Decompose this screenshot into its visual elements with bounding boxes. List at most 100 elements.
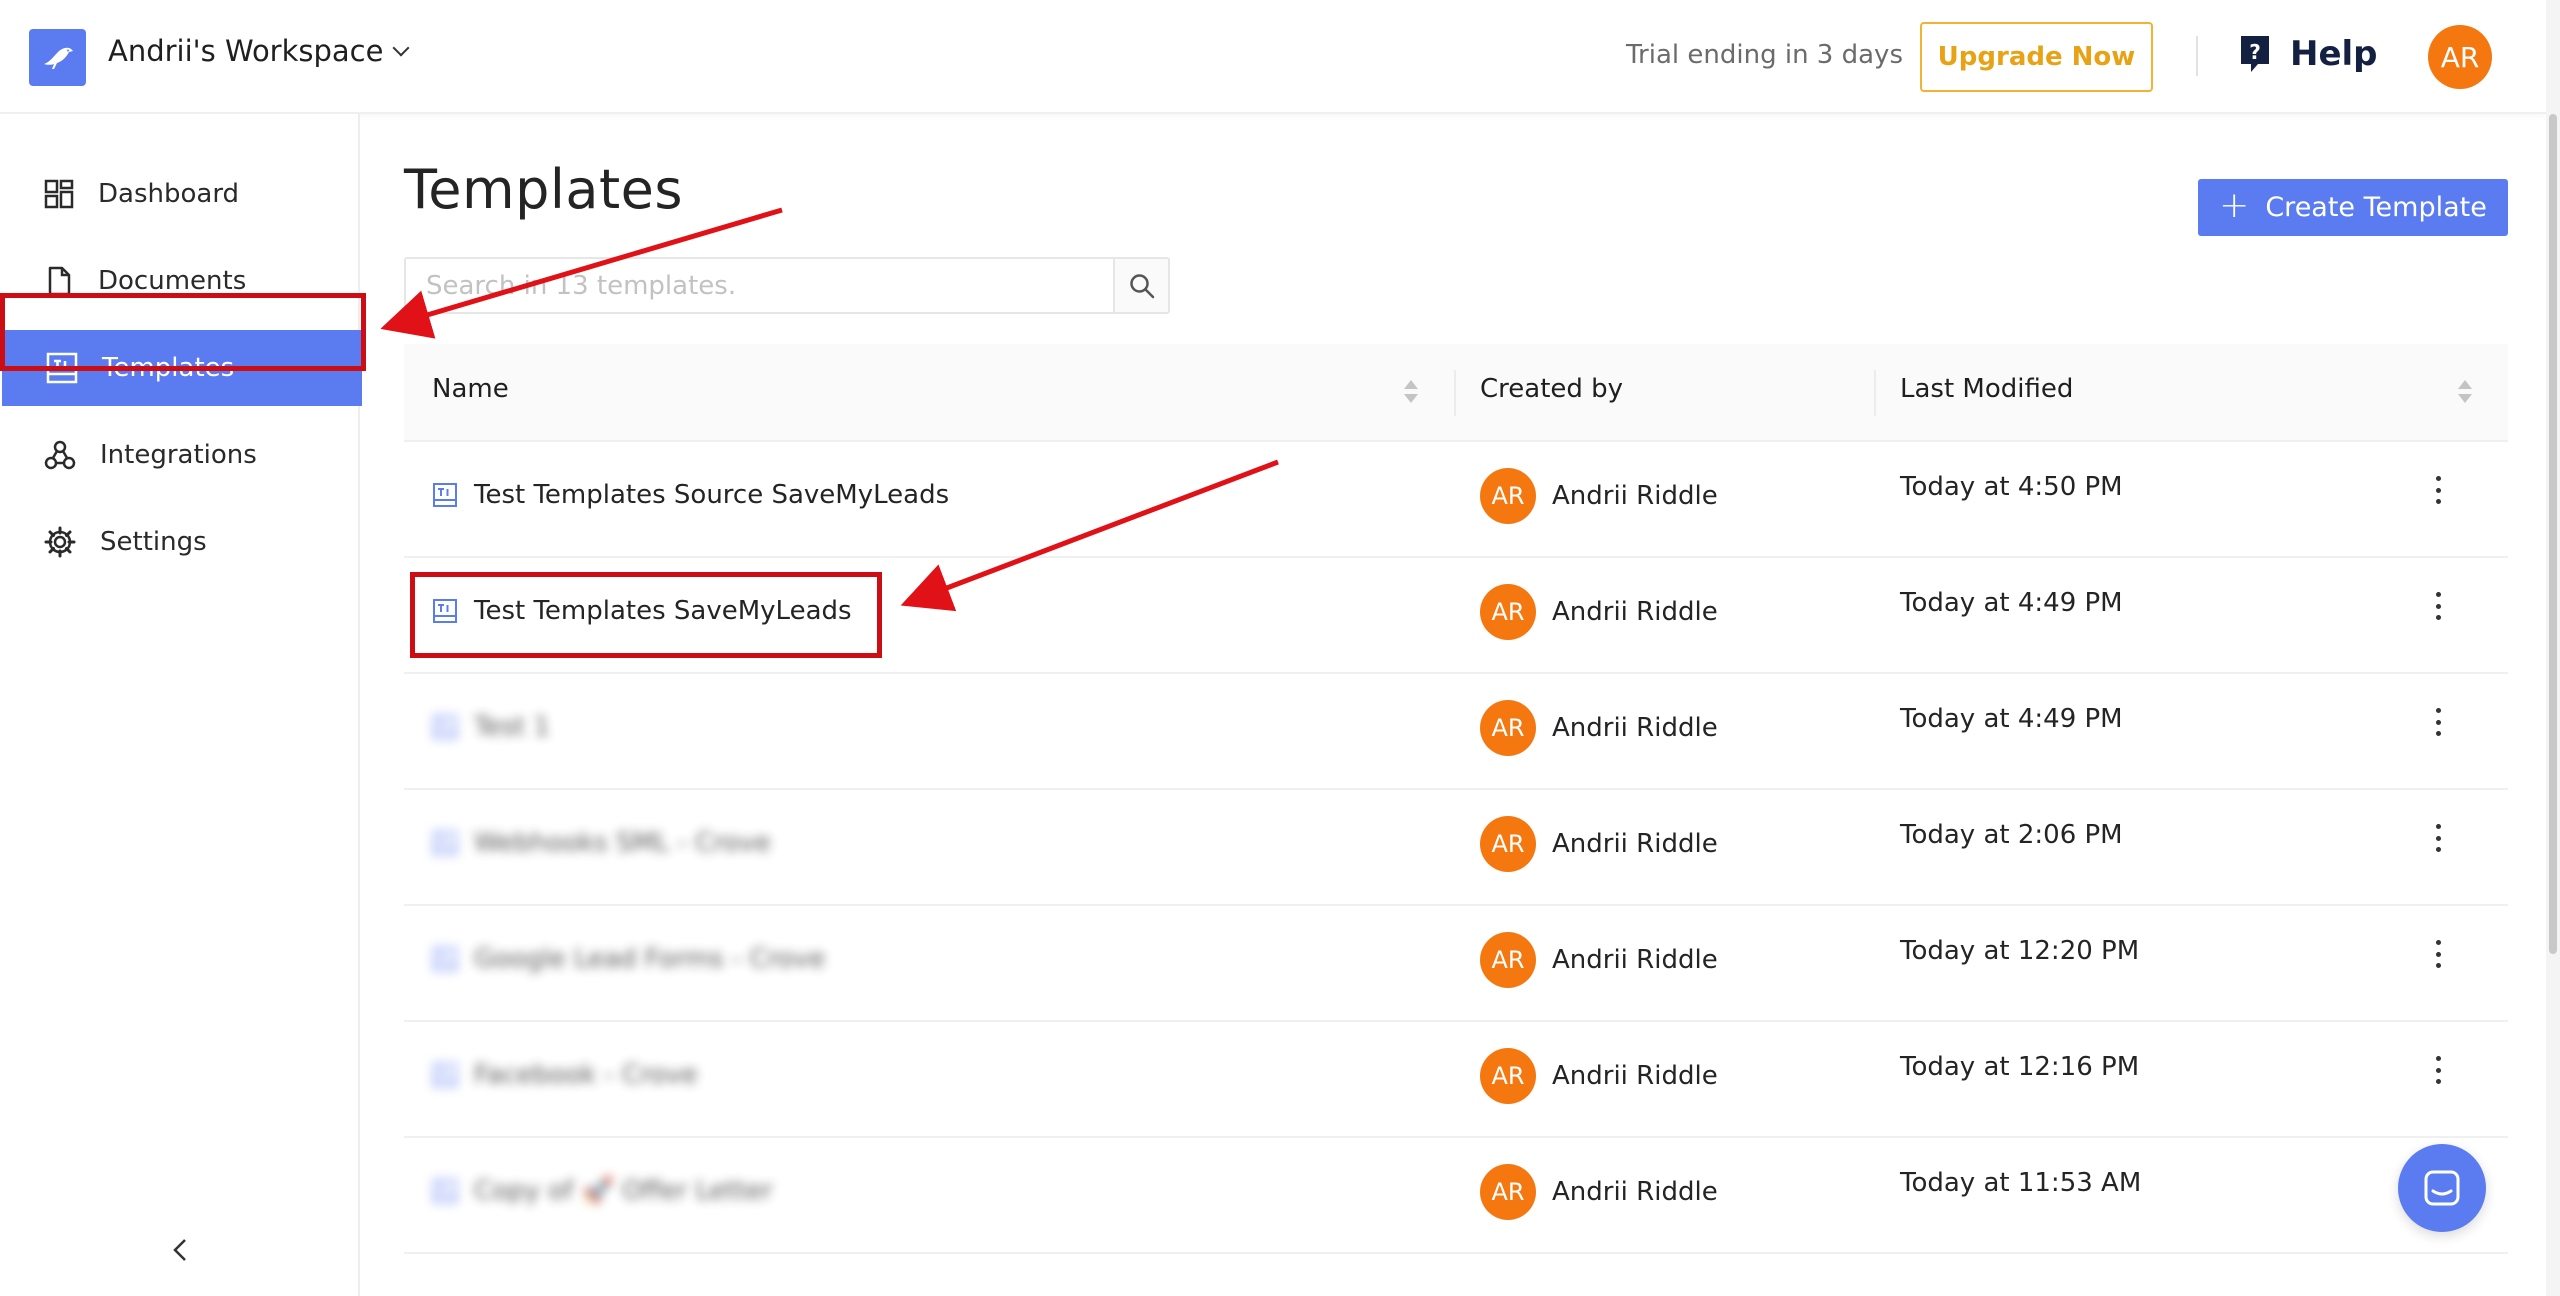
template-name-cell[interactable]: Google Lead Forms - Crove [432,944,825,974]
created-by-cell: AR Andrii Riddle [1480,932,1718,988]
row-actions-menu-icon[interactable] [2424,704,2452,740]
template-name-cell[interactable]: Test Templates SaveMyLeads [432,596,852,626]
sidebar-item-label: Dashboard [98,179,240,209]
avatar: AR [1480,1048,1536,1104]
workspace-name: Andrii's Workspace [108,34,384,68]
creator-name: Andrii Riddle [1552,597,1718,627]
dashboard-icon [44,179,74,209]
last-modified-cell: Today at 4:50 PM [1900,472,2123,502]
create-template-button[interactable]: + Create Template [2198,179,2508,236]
sidebar-item-integrations[interactable]: Integrations [0,417,360,493]
template-name: Test Templates SaveMyLeads [474,596,852,626]
avatar: AR [1480,1164,1536,1220]
row-actions-menu-icon[interactable] [2424,820,2452,856]
workspace-switcher[interactable]: Andrii's Workspace [108,34,410,68]
last-modified-cell: Today at 4:49 PM [1900,704,2123,734]
column-divider [1874,370,1876,416]
template-name: Facebook - Crove [474,1060,698,1090]
chevron-left-icon [173,1239,186,1261]
sidebar: Dashboard Documents Templates Integratio… [0,114,362,1296]
sort-icon[interactable] [2458,380,2472,406]
table-row[interactable]: Google Lead Forms - Crove AR Andrii Ridd… [404,906,2508,1022]
integrations-icon [44,440,76,470]
avatar: AR [1480,700,1536,756]
row-actions-menu-icon[interactable] [2424,1052,2452,1088]
templates-table: Name Created by Last Modified Test Templ… [404,344,2508,1254]
created-by-cell: AR Andrii Riddle [1480,1164,1718,1220]
avatar: AR [1480,816,1536,872]
creator-name: Andrii Riddle [1552,481,1718,511]
document-icon [48,266,71,296]
sidebar-item-dashboard[interactable]: Dashboard [0,156,360,232]
creator-name: Andrii Riddle [1552,829,1718,859]
help-link[interactable]: ? Help [2238,34,2378,74]
chevron-down-icon [392,39,410,57]
page-title: Templates [404,158,684,221]
help-icon: ? [2241,36,2269,72]
top-bar: Andrii's Workspace Trial ending in 3 day… [0,0,2546,114]
created-by-cell: AR Andrii Riddle [1480,468,1718,524]
svg-text:?: ? [2249,40,2261,64]
sort-icon[interactable] [1404,380,1418,406]
template-name: Copy of 🚀 Offer Letter [474,1176,773,1206]
header-divider [2196,36,2198,76]
table-row[interactable]: Test Templates SaveMyLeads AR Andrii Rid… [404,558,2508,674]
template-name-cell[interactable]: Copy of 🚀 Offer Letter [432,1176,773,1206]
last-modified-cell: Today at 12:20 PM [1900,936,2140,966]
template-name-cell[interactable]: Webhooks SML - Crove [432,828,771,858]
plus-icon: + [2219,185,2250,226]
search-input[interactable] [404,257,1116,314]
user-avatar[interactable]: AR [2428,25,2492,89]
sidebar-item-label: Settings [100,527,207,557]
column-divider [1454,370,1456,416]
template-name: Webhooks SML - Crove [474,828,771,858]
sidebar-item-templates[interactable]: Templates [2,330,362,406]
creator-name: Andrii Riddle [1552,713,1718,743]
table-row[interactable]: Test 1 AR Andrii Riddle Today at 4:49 PM [404,674,2508,790]
table-row[interactable]: Facebook - Crove AR Andrii Riddle Today … [404,1022,2508,1138]
creator-name: Andrii Riddle [1552,1177,1718,1207]
column-header-created-by[interactable]: Created by [1480,374,1623,404]
search-icon [1129,273,1154,298]
last-modified-cell: Today at 11:53 AM [1900,1168,2142,1198]
avatar: AR [1480,584,1536,640]
template-name-cell[interactable]: Test 1 [432,712,550,742]
scrollbar-thumb[interactable] [2549,114,2557,954]
sidebar-item-label: Templates [102,353,235,383]
trial-notice: Trial ending in 3 days [1626,40,1903,70]
template-icon [433,599,457,623]
avatar: AR [1480,468,1536,524]
template-icon [46,352,78,384]
collapse-sidebar-button[interactable] [166,1236,194,1264]
table-row[interactable]: Copy of 🚀 Offer Letter AR Andrii Riddle … [404,1138,2508,1254]
template-name-cell[interactable]: Test Templates Source SaveMyLeads [432,480,949,510]
table-header: Name Created by Last Modified [404,344,2508,442]
template-name: Google Lead Forms - Crove [474,944,826,974]
table-row[interactable]: Test Templates Source SaveMyLeads AR And… [404,442,2508,558]
template-name: Test Templates Source SaveMyLeads [474,480,950,510]
row-actions-menu-icon[interactable] [2424,472,2452,508]
sidebar-item-documents[interactable]: Documents [0,243,360,319]
search-button[interactable] [1113,257,1170,314]
template-name-cell[interactable]: Facebook - Crove [432,1060,698,1090]
sidebar-item-label: Documents [98,266,247,296]
app-window: Andrii's Workspace Trial ending in 3 day… [0,0,2560,1296]
upgrade-button[interactable]: Upgrade Now [1920,22,2153,92]
row-actions-menu-icon[interactable] [2424,936,2452,972]
template-icon [433,483,457,507]
create-template-label: Create Template [2265,192,2487,223]
bird-logo-icon [43,47,73,69]
template-icon [433,1063,457,1087]
column-header-last-modified[interactable]: Last Modified [1900,374,2073,404]
row-actions-menu-icon[interactable] [2424,588,2452,624]
created-by-cell: AR Andrii Riddle [1480,584,1718,640]
column-header-name[interactable]: Name [432,374,509,404]
chat-launcher-button[interactable] [2398,1144,2486,1232]
created-by-cell: AR Andrii Riddle [1480,816,1718,872]
table-row[interactable]: Webhooks SML - Crove AR Andrii Riddle To… [404,790,2508,906]
sidebar-item-label: Integrations [100,440,257,470]
page-scrollbar[interactable] [2546,0,2560,1296]
sidebar-item-settings[interactable]: Settings [0,504,360,580]
creator-name: Andrii Riddle [1552,945,1718,975]
crove-logo[interactable] [29,29,86,86]
